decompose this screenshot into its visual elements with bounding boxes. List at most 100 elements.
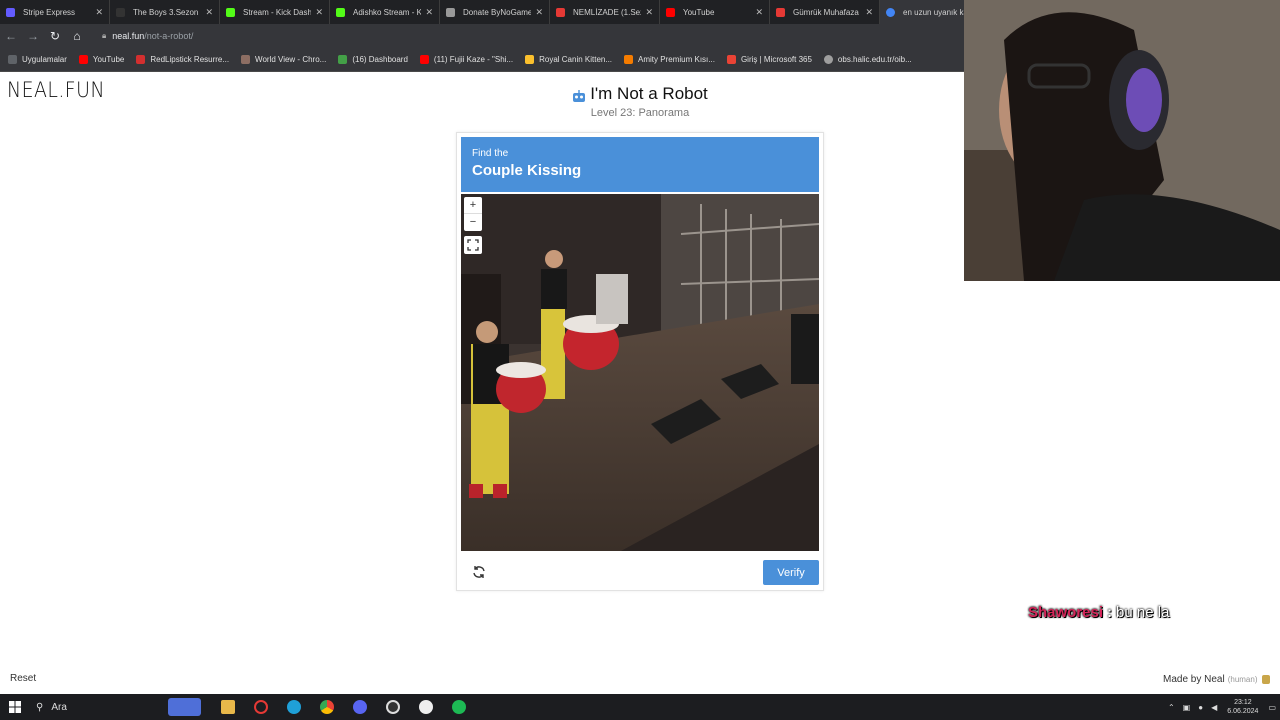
tab-title: Adishko Stream - Ki — [353, 7, 422, 17]
close-icon[interactable]: ✕ — [315, 7, 323, 18]
close-icon[interactable]: ✕ — [535, 7, 543, 18]
tab-title: Donate ByNoGame — [463, 7, 532, 17]
chat-overlay-message: Shaworesi : bu ne la — [1028, 604, 1169, 621]
lock-icon: 🔒︎ — [102, 31, 107, 40]
home-icon[interactable]: ⌂ — [66, 29, 88, 43]
made-by-note: (human) — [1227, 675, 1258, 684]
browser-tab[interactable]: The Boys 3.Sezon 8. ✕ — [110, 0, 220, 24]
widget-icon[interactable] — [168, 694, 201, 720]
tab-favicon-icon — [116, 7, 125, 17]
chevron-up-icon[interactable]: ⌃ — [1168, 703, 1175, 712]
refresh-icon — [473, 566, 485, 578]
start-button[interactable] — [0, 694, 30, 720]
tab-title: The Boys 3.Sezon 8. — [133, 7, 202, 17]
close-icon[interactable]: ✕ — [755, 7, 763, 18]
bookmark-label: obs.halic.edu.tr/oib... — [837, 55, 912, 64]
chrome-icon[interactable] — [310, 694, 343, 720]
zoom-controls: + − — [464, 197, 482, 231]
verify-button[interactable]: Verify — [763, 560, 819, 585]
captcha-card: Find the Couple Kissing + − Verify — [456, 132, 824, 591]
search-icon: ⚲ — [36, 701, 44, 713]
close-icon[interactable]: ✕ — [95, 7, 103, 18]
browser-tab[interactable]: Donate ByNoGame ✕ — [440, 0, 550, 24]
refresh-button[interactable] — [470, 563, 488, 581]
taskbar-search[interactable]: ⚲ Ara — [30, 694, 168, 720]
tab-favicon-icon — [776, 7, 785, 17]
opera-icon[interactable] — [244, 694, 277, 720]
tab-favicon-icon — [6, 7, 15, 17]
url-path: /not-a-robot/ — [144, 31, 194, 41]
level-subtitle: Level 23: Panorama — [590, 107, 690, 119]
zoom-in-button[interactable]: + — [464, 197, 482, 214]
panorama-viewer[interactable]: + − — [461, 194, 819, 551]
url-field[interactable]: 🔒︎ neal.fun/not-a-robot/ — [102, 31, 193, 41]
bookmark-item[interactable]: YouTube — [78, 55, 125, 64]
bookmark-label: Amity Premium Kısı... — [638, 55, 715, 64]
back-icon[interactable]: ← — [0, 29, 22, 43]
tab-favicon-icon — [886, 7, 895, 17]
windows-logo-icon — [9, 701, 21, 713]
tab-favicon-icon — [666, 7, 675, 17]
file-explorer-icon[interactable] — [211, 694, 244, 720]
robot-icon — [572, 88, 586, 102]
reset-link[interactable]: Reset — [10, 673, 36, 684]
tab-favicon-icon — [556, 7, 565, 17]
bookmark-label: YouTube — [92, 55, 125, 64]
site-logo[interactable]: NEAL.FUN — [7, 78, 105, 102]
browser-tab[interactable]: Adishko Stream - Ki ✕ — [330, 0, 440, 24]
browser-tab[interactable]: Stripe Express ✕ — [0, 0, 110, 24]
browser-tab[interactable]: YouTube ✕ — [660, 0, 770, 24]
microphone-icon[interactable]: ● — [1198, 703, 1203, 712]
browser-tab[interactable]: NEMLİZADE (1.Sez ✕ — [550, 0, 660, 24]
microsoft-icon — [726, 55, 736, 64]
clock-time: 23:12 — [1234, 699, 1252, 706]
fullscreen-button[interactable] — [464, 236, 482, 254]
close-icon[interactable]: ✕ — [645, 7, 653, 18]
obs-icon[interactable] — [376, 694, 409, 720]
forward-icon[interactable]: → — [22, 29, 44, 43]
volume-icon[interactable]: ◀ — [1211, 703, 1217, 712]
bookmark-item[interactable]: (11) Fujii Kaze - "Shi... — [419, 55, 513, 64]
close-icon[interactable]: ✕ — [425, 7, 433, 18]
close-icon[interactable]: ✕ — [865, 7, 873, 18]
bookmark-item[interactable]: (16) Dashboard — [338, 55, 408, 64]
app-icon[interactable] — [409, 694, 442, 720]
bookmark-label: Royal Canin Kitten... — [539, 55, 613, 64]
webcam-image — [964, 0, 1280, 281]
bookmark-label: RedLipstick Resurre... — [150, 55, 230, 64]
edge-icon[interactable] — [277, 694, 310, 720]
bookmark-item[interactable]: Royal Canin Kitten... — [525, 55, 612, 64]
url-domain: neal.fun — [112, 31, 145, 41]
close-icon[interactable]: ✕ — [205, 7, 213, 18]
bookmark-item[interactable]: obs.halic.edu.tr/oib... — [823, 55, 912, 64]
bookmark-item[interactable]: Amity Premium Kısı... — [624, 55, 715, 64]
robot-icon — [1261, 675, 1270, 684]
bookmark-item[interactable]: Giriş | Microsoft 365 — [726, 55, 812, 64]
apps-grid-icon — [8, 55, 17, 64]
browser-tab[interactable]: Stream - Kick Dash ✕ — [220, 0, 330, 24]
zoom-out-button[interactable]: − — [464, 214, 482, 231]
tab-title: Gümrük Muhafaza — [793, 7, 859, 17]
captcha-prompt-small: Find the — [472, 148, 509, 159]
bookmark-favicon-icon — [241, 55, 251, 64]
windows-taskbar: ⚲ Ara ⌃ ▣ ● ◀ 23:12 6.06.2024 ▭ — [0, 694, 1280, 720]
captcha-footer: Verify — [461, 555, 819, 589]
notifications-icon[interactable]: ▭ — [1268, 703, 1276, 712]
bookmark-favicon-icon — [338, 55, 348, 64]
reload-icon[interactable]: ↻ — [44, 29, 66, 43]
clock[interactable]: 23:12 6.06.2024 — [1227, 698, 1258, 716]
bookmark-item[interactable]: World View - Chro... — [241, 55, 326, 64]
panorama-image[interactable] — [461, 194, 819, 551]
tab-favicon-icon — [336, 7, 345, 17]
bookmark-item[interactable]: RedLipstick Resurre... — [136, 55, 229, 64]
discord-icon[interactable] — [343, 694, 376, 720]
made-by-credit[interactable]: Made by Neal (human) — [1163, 674, 1270, 685]
bookmark-item[interactable]: Uygulamalar — [8, 55, 67, 64]
browser-tab[interactable]: Gümrük Muhafaza ✕ — [770, 0, 880, 24]
globe-icon — [823, 55, 833, 64]
spotify-icon[interactable] — [442, 694, 475, 720]
search-label: Ara — [51, 701, 67, 713]
bookmark-label: Uygulamalar — [22, 55, 67, 64]
youtube-icon — [78, 55, 88, 64]
network-icon[interactable]: ▣ — [1183, 703, 1191, 712]
